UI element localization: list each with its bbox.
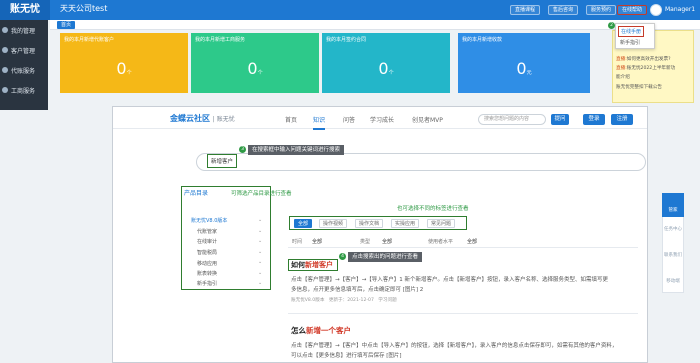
catalog-title: 产品目录 xyxy=(184,190,209,197)
after-sales-button[interactable]: 售后咨询 xyxy=(548,5,579,15)
article-meta: 账无忧V8.0版本 更新于：2021-12-07 学习问题 xyxy=(291,298,397,303)
tab-strip xyxy=(50,20,700,30)
stat-card-new-business[interactable]: 我的本月新增工商服务 0个 xyxy=(191,33,319,93)
nav-qa[interactable]: 问答 xyxy=(343,115,355,124)
rf-contact[interactable]: 联系我们 xyxy=(662,252,684,258)
book-icon xyxy=(2,67,8,73)
site-logo[interactable]: 金蝶云社区 | 账无忧 xyxy=(170,113,235,124)
stat-value: 0 xyxy=(378,59,389,78)
live-course-button[interactable]: 直播课程 xyxy=(510,5,541,15)
filter-level-select[interactable]: 全部 xyxy=(467,238,477,245)
notice-item[interactable]: 直播:账无忧2022上半年新功 xyxy=(616,65,675,71)
filter-level-label: 使用者水平 xyxy=(428,239,454,245)
chevron-down-icon[interactable]: ⌄ ⌄ ⌄ ⌄ ⌄ ⌄ ⌄ xyxy=(258,215,268,287)
notice-item[interactable]: 直播:如何更高效开出发票? xyxy=(616,56,671,62)
catalog-item[interactable]: 在线审计 xyxy=(197,238,217,245)
tooltip: 在搜索框中输入问题关键词进行搜索 xyxy=(248,145,345,155)
tooltip: 点击搜索出的问题进行查看 xyxy=(348,252,423,262)
article-title[interactable]: 怎么新增一个客户 xyxy=(291,325,351,336)
catalog-item[interactable]: 代账管家 xyxy=(197,228,217,235)
avatar xyxy=(650,4,662,16)
ask-button[interactable]: 提问 xyxy=(551,114,569,125)
search-keyword[interactable]: 新增客户 xyxy=(207,154,238,168)
app-logo: 账无忧 xyxy=(0,0,50,20)
rf-manager[interactable]: 管家 xyxy=(662,193,684,217)
user-menu[interactable]: Manager1 xyxy=(650,3,695,17)
nav-home[interactable]: 首页 xyxy=(285,115,297,124)
tag-all[interactable]: 全部 xyxy=(294,219,313,228)
service-booking-button[interactable]: 服务预约 xyxy=(586,5,617,15)
online-manual-item[interactable]: 在线手册 xyxy=(618,26,645,37)
catalog-hint: 可筛选产品目录进行查看 xyxy=(231,191,292,197)
stat-card-receipts[interactable]: 我的本月新增收款 0元 xyxy=(458,33,590,93)
filter-time-select[interactable]: 全部 xyxy=(312,238,322,245)
knowledge-search-input[interactable] xyxy=(196,153,646,171)
catalog-item[interactable]: 移动应用 xyxy=(197,260,217,267)
sidebar: 我的管理 客户管理 代账服务 工商服务 xyxy=(0,20,48,110)
step-badge: 3 xyxy=(239,146,246,153)
rf-task-center[interactable]: 任务中心 xyxy=(662,226,684,232)
catalog-item[interactable]: 智能税局 xyxy=(197,249,217,256)
catalog-item[interactable]: 账表转换 xyxy=(197,270,217,277)
nav-knowledge[interactable]: 知识 xyxy=(313,115,326,130)
step-badge: 4 xyxy=(339,253,346,260)
article-snippet: 可以点击【更多信息】进行填写后保存 [图片] xyxy=(291,353,402,359)
home-icon xyxy=(2,27,8,33)
sidebar-item-my[interactable]: 我的管理 xyxy=(0,20,48,40)
stat-value: 0 xyxy=(516,59,527,78)
stat-card-new-clients[interactable]: 我的本月新增代账客户 0个 xyxy=(60,33,188,93)
user-icon xyxy=(2,47,8,53)
filter-type-select[interactable]: 全部 xyxy=(382,238,392,245)
tag-practice[interactable]: 实操应用 xyxy=(391,219,420,228)
catalog-item[interactable]: 新手指引 xyxy=(197,280,217,287)
filter-type-label: 类型 xyxy=(360,239,371,245)
step-badge: 2 xyxy=(608,22,615,29)
catalog-item[interactable]: 账无忧V8.0版本 xyxy=(191,217,227,224)
nav-mvp[interactable]: 创见者MVP xyxy=(412,115,443,124)
tag-doc[interactable]: 操作文档 xyxy=(355,219,384,228)
sidebar-item-bookkeeping[interactable]: 代账服务 xyxy=(0,60,48,80)
divider xyxy=(288,313,638,314)
nav-learning[interactable]: 学习成长 xyxy=(370,115,394,124)
article-snippet: 点击【客户管理】→【客户】→【导入客户】1 新个新增客户。点击【新增客户】按钮，… xyxy=(291,277,608,283)
rf-mobile[interactable]: 移动端 xyxy=(662,278,684,284)
stat-value: 0 xyxy=(247,59,258,78)
sidebar-item-customers[interactable]: 客户管理 xyxy=(0,40,48,60)
user-name: Manager1 xyxy=(665,6,696,13)
article-title[interactable]: 如何新增客户 xyxy=(291,260,333,270)
stat-card-contracts[interactable]: 我的本月签约合同 0个 xyxy=(322,33,450,93)
notice-item: 能介绍 xyxy=(616,75,630,80)
article-snippet: 点击【客户管理】→【客户】中点击【导入客户】的按钮，选择【新增客户】，录入客户的… xyxy=(291,343,618,349)
site-search-input[interactable]: 搜索您想问题的内容 xyxy=(478,114,546,125)
sidebar-item-business[interactable]: 工商服务 xyxy=(0,80,48,100)
tag-hint: 也可选择不同的标签进行查看 xyxy=(397,206,469,212)
divider xyxy=(288,247,638,248)
tag-faq[interactable]: 常见问题 xyxy=(427,219,456,228)
tab-home[interactable]: 首页 xyxy=(57,21,76,29)
article-snippet: 多信息，点开更多信息填写后，点击确定即可 [图片] 2 xyxy=(291,287,424,293)
company-selector[interactable]: 天天公司test xyxy=(60,3,107,14)
tag-video[interactable]: 操作视频 xyxy=(319,219,348,228)
login-button[interactable]: 登录 xyxy=(583,114,605,125)
stat-value: 0 xyxy=(116,59,127,78)
online-help-button[interactable]: 在线帮助 xyxy=(617,5,648,15)
filter-time-label: 时间 xyxy=(292,239,303,245)
briefcase-icon xyxy=(2,87,8,93)
notice-item[interactable]: 账无忧完整扣下载公告 xyxy=(616,84,662,90)
register-button[interactable]: 注册 xyxy=(611,114,633,125)
beginner-guide-item[interactable]: 新手指引 xyxy=(620,39,640,46)
